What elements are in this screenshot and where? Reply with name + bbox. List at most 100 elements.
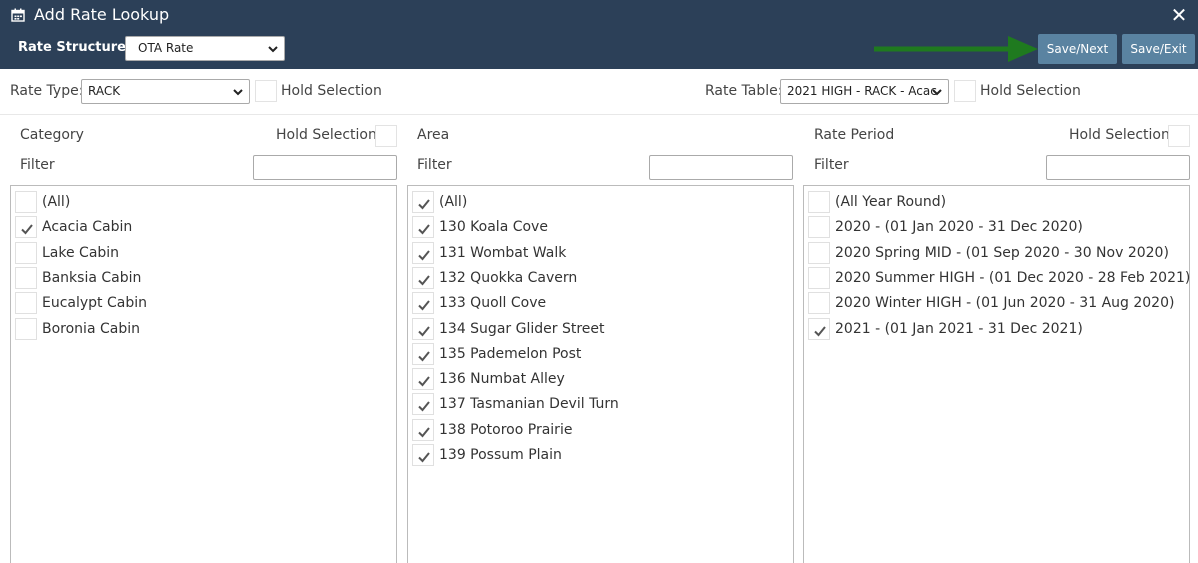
item-checkbox[interactable] <box>412 292 434 315</box>
list-item[interactable]: (All) <box>15 189 385 214</box>
item-label: 130 Koala Cove <box>439 219 548 236</box>
rate-table-label: Rate Table: <box>705 83 783 99</box>
list-item[interactable]: 137 Tasmanian Devil Turn <box>412 391 782 416</box>
item-label: 131 Wombat Walk <box>439 244 567 261</box>
rate-period-hold-checkbox[interactable] <box>1168 125 1190 147</box>
rate-structure-value: OTA Rate <box>138 41 194 55</box>
dialog-title: Add Rate Lookup <box>34 5 170 24</box>
item-checkbox[interactable] <box>412 368 434 391</box>
checkmark-icon <box>418 199 430 210</box>
list-item[interactable]: 139 Possum Plain <box>412 442 782 467</box>
category-list[interactable]: (All) Acacia Cabin Lake Cabin Banksia Cabin… <box>10 185 397 563</box>
list-item[interactable]: Acacia Cabin <box>15 214 385 239</box>
checkmark-icon <box>814 325 826 336</box>
item-checkbox[interactable] <box>412 393 434 416</box>
chevron-down-icon <box>233 89 243 96</box>
item-label: Acacia Cabin <box>42 219 133 236</box>
item-checkbox[interactable] <box>15 216 37 239</box>
checkmark-icon <box>418 351 430 362</box>
item-checkbox[interactable] <box>15 191 37 213</box>
rate-period-filter-label: Filter <box>814 157 849 173</box>
rate-type-value: RACK <box>88 84 121 98</box>
item-label: 137 Tasmanian Devil Turn <box>439 396 619 413</box>
item-checkbox[interactable] <box>412 266 434 289</box>
item-checkbox[interactable] <box>808 266 830 289</box>
item-label: 132 Quokka Cavern <box>439 269 578 286</box>
category-filter-input[interactable] <box>253 155 397 180</box>
item-label: 2021 - (01 Jan 2021 - 31 Dec 2021) <box>835 320 1083 337</box>
rate-period-hold-label: Hold Selection <box>1069 127 1170 143</box>
checkmark-icon <box>21 224 33 235</box>
rate-table-hold-checkbox[interactable] <box>954 80 976 102</box>
item-checkbox[interactable] <box>412 342 434 365</box>
list-item[interactable]: Lake Cabin <box>15 240 385 265</box>
calendar-icon <box>11 8 25 22</box>
list-item[interactable]: 133 Quoll Cove <box>412 290 782 315</box>
item-label: 136 Numbat Alley <box>439 371 565 388</box>
item-checkbox[interactable] <box>808 191 830 213</box>
checkmark-icon <box>418 325 430 336</box>
item-label: 2020 Winter HIGH - (01 Jun 2020 - 31 Aug… <box>835 295 1175 312</box>
area-filter-input[interactable] <box>649 155 793 180</box>
item-checkbox[interactable] <box>808 317 830 340</box>
rate-table-hold-label: Hold Selection <box>980 83 1081 99</box>
rate-period-filter-input[interactable] <box>1046 155 1190 180</box>
checkmark-icon <box>418 249 430 261</box>
item-label: Lake Cabin <box>42 244 120 261</box>
item-checkbox[interactable] <box>15 292 37 315</box>
list-item[interactable]: 2020 Spring MID - (01 Sep 2020 - 30 Nov … <box>808 240 1178 265</box>
item-label: 139 Possum Plain <box>439 447 562 463</box>
list-item[interactable]: (All) <box>412 189 782 214</box>
checkmark-icon <box>418 224 430 235</box>
item-checkbox[interactable] <box>412 418 434 441</box>
rate-table-select[interactable]: 2021 HIGH - RACK - Acac <box>780 79 949 104</box>
item-label: 2020 Spring MID - (01 Sep 2020 - 30 Nov … <box>835 244 1169 261</box>
rate-type-hold-checkbox[interactable] <box>255 80 277 102</box>
item-checkbox[interactable] <box>15 241 37 264</box>
list-item[interactable]: 136 Numbat Alley <box>412 366 782 391</box>
checkmark-icon <box>418 401 430 412</box>
save-exit-button[interactable]: Save/Exit <box>1122 34 1195 64</box>
rate-period-list[interactable]: (All Year Round) 2020 - (01 Jan 2020 - 31… <box>803 185 1190 563</box>
rate-type-select[interactable]: RACK <box>81 79 250 104</box>
list-item[interactable]: 2020 Summer HIGH - (01 Dec 2020 - 28 Feb… <box>808 265 1190 290</box>
checkmark-icon <box>418 427 430 438</box>
list-item[interactable]: 2020 - (01 Jan 2020 - 31 Dec 2020) <box>808 214 1178 239</box>
item-label: (All) <box>439 194 468 210</box>
area-list[interactable]: (All) 130 Koala Cove 131 Wombat Walk 132 Qu… <box>407 185 794 563</box>
list-item[interactable]: 135 Pademelon Post <box>412 341 782 366</box>
item-checkbox[interactable] <box>808 241 830 264</box>
list-item[interactable]: 134 Sugar Glider Street <box>412 316 782 341</box>
item-checkbox[interactable] <box>412 317 434 340</box>
list-item[interactable]: 132 Quokka Cavern <box>412 265 782 290</box>
list-item[interactable]: Eucalypt Cabin <box>15 290 385 315</box>
category-hold-checkbox[interactable] <box>375 125 397 147</box>
item-checkbox[interactable] <box>412 216 434 239</box>
item-checkbox[interactable] <box>808 216 830 239</box>
rate-structure-select[interactable]: OTA Rate <box>125 36 285 61</box>
list-item[interactable]: 130 Koala Cove <box>412 214 782 239</box>
list-item[interactable]: (All Year Round) <box>808 189 1178 214</box>
item-checkbox[interactable] <box>15 317 37 340</box>
item-label: Eucalypt Cabin <box>42 295 147 312</box>
list-item[interactable]: 131 Wombat Walk <box>412 240 782 265</box>
item-label: 2020 - (01 Jan 2020 - 31 Dec 2020) <box>835 219 1083 236</box>
checkmark-icon <box>418 275 430 286</box>
item-checkbox[interactable] <box>808 292 830 315</box>
item-checkbox[interactable] <box>412 444 434 466</box>
item-checkbox[interactable] <box>15 266 37 289</box>
save-next-button[interactable]: Save/Next <box>1038 34 1117 64</box>
item-checkbox[interactable] <box>412 241 434 264</box>
dialog-header: Add Rate Lookup ✕ Rate Structure: OTA Ra… <box>0 0 1198 69</box>
list-item[interactable]: Banksia Cabin <box>15 265 385 290</box>
list-item[interactable]: Boronia Cabin <box>15 316 385 341</box>
list-item[interactable]: 2021 - (01 Jan 2021 - 31 Dec 2021) <box>808 316 1178 341</box>
rate-type-label: Rate Type: <box>10 83 84 99</box>
item-label: (All Year Round) <box>835 194 947 210</box>
checkmark-icon <box>418 452 430 463</box>
list-item[interactable]: 138 Potoroo Prairie <box>412 417 782 442</box>
item-label: 138 Potoroo Prairie <box>439 421 573 438</box>
close-icon[interactable]: ✕ <box>1170 4 1188 26</box>
list-item[interactable]: 2020 Winter HIGH - (01 Jun 2020 - 31 Aug… <box>808 290 1178 315</box>
item-checkbox[interactable] <box>412 191 434 213</box>
